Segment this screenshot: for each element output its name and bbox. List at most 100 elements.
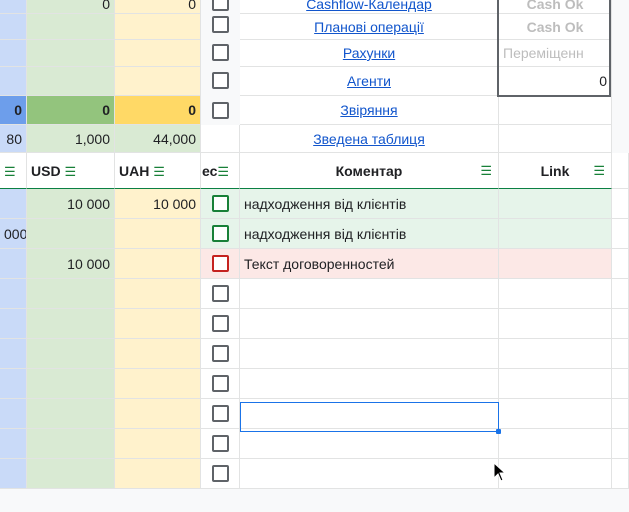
- checkbox[interactable]: [212, 345, 229, 362]
- cell[interactable]: [201, 125, 240, 153]
- filter-icon[interactable]: ☰: [64, 164, 76, 179]
- cell-link[interactable]: [499, 339, 612, 369]
- cell-comment[interactable]: [240, 369, 499, 399]
- cell-link[interactable]: [499, 459, 612, 489]
- link-summary-table[interactable]: Зведена таблиця: [240, 125, 499, 153]
- cell[interactable]: [0, 67, 27, 96]
- checkbox[interactable]: [212, 225, 229, 242]
- header-link[interactable]: Link ☰: [499, 153, 612, 189]
- checkbox[interactable]: [212, 195, 229, 212]
- cell[interactable]: [27, 14, 115, 40]
- cell-link[interactable]: [499, 309, 612, 339]
- checkbox[interactable]: [212, 405, 229, 422]
- cell[interactable]: [612, 459, 629, 489]
- cell[interactable]: [612, 153, 629, 189]
- cell-comment[interactable]: надходження від клієнтів: [240, 219, 499, 249]
- cell-comment[interactable]: [240, 459, 499, 489]
- cell-comment[interactable]: Текст договоренностей: [240, 249, 499, 279]
- cell-uah[interactable]: [115, 369, 201, 399]
- cell-usd[interactable]: [27, 429, 115, 459]
- cell-link[interactable]: [499, 429, 612, 459]
- cell[interactable]: [499, 96, 612, 125]
- cell-usd[interactable]: [27, 399, 115, 429]
- cell-comment[interactable]: [240, 339, 499, 369]
- cell[interactable]: [27, 40, 115, 67]
- cell-uah[interactable]: [115, 279, 201, 309]
- cell[interactable]: [115, 14, 201, 40]
- cell-usd[interactable]: [27, 279, 115, 309]
- cell-link[interactable]: [499, 249, 612, 279]
- checkbox[interactable]: [212, 44, 229, 61]
- cell-comment[interactable]: надходження від клієнтів: [240, 189, 499, 219]
- link-planned-operations[interactable]: Планові операції: [240, 14, 499, 40]
- filter-icon[interactable]: ☰: [4, 164, 16, 179]
- cell[interactable]: [612, 309, 629, 339]
- header-uah[interactable]: UAH ☰: [115, 153, 201, 189]
- cell[interactable]: [0, 14, 27, 40]
- cell[interactable]: [612, 219, 629, 249]
- cell-link[interactable]: [499, 219, 612, 249]
- total-uah[interactable]: 0: [115, 96, 201, 125]
- cell-link[interactable]: [499, 279, 612, 309]
- cell-first[interactable]: [0, 369, 27, 399]
- cell[interactable]: [0, 40, 27, 67]
- header-cell[interactable]: ☰: [0, 153, 27, 189]
- link-agents[interactable]: Агенти: [240, 67, 499, 96]
- checkbox[interactable]: [212, 285, 229, 302]
- filter-icon[interactable]: ☰: [593, 153, 605, 188]
- link-cashflow[interactable]: Cashflow-Календар: [240, 0, 499, 14]
- cell[interactable]: [612, 399, 629, 429]
- checkbox[interactable]: [212, 102, 229, 119]
- cell-uah[interactable]: [115, 399, 201, 429]
- cell-first[interactable]: 000: [0, 219, 27, 249]
- cell-usd[interactable]: [27, 459, 115, 489]
- header-usd[interactable]: USD ☰: [27, 153, 115, 189]
- cell-link[interactable]: [499, 399, 612, 429]
- cell-link[interactable]: [499, 189, 612, 219]
- cell-usd[interactable]: [27, 369, 115, 399]
- checkbox[interactable]: [212, 0, 229, 11]
- cell-uah[interactable]: [115, 249, 201, 279]
- cell-uah[interactable]: [115, 339, 201, 369]
- cell-usd[interactable]: [27, 219, 115, 249]
- header-comment[interactable]: Коментар ☰: [240, 153, 499, 189]
- cell[interactable]: [612, 429, 629, 459]
- link-reconciliation[interactable]: Звіряння: [240, 96, 499, 125]
- cell-uah[interactable]: [115, 309, 201, 339]
- cell[interactable]: [115, 67, 201, 96]
- cell-usd[interactable]: 10 000: [27, 189, 115, 219]
- cell[interactable]: [499, 125, 612, 153]
- cell-comment[interactable]: [240, 309, 499, 339]
- cell-first[interactable]: [0, 189, 27, 219]
- checkbox[interactable]: [212, 315, 229, 332]
- cell[interactable]: 80: [0, 125, 27, 153]
- cell[interactable]: [612, 249, 629, 279]
- filter-icon[interactable]: ☰: [480, 153, 492, 188]
- cell[interactable]: [27, 67, 115, 96]
- cell[interactable]: [612, 369, 629, 399]
- cell-uah[interactable]: 0: [115, 0, 201, 14]
- filter-icon[interactable]: ☰: [153, 164, 165, 179]
- cell-link[interactable]: [499, 369, 612, 399]
- header-status[interactable]: ес☰: [201, 153, 240, 189]
- cell[interactable]: [0, 0, 27, 14]
- cell-first[interactable]: [0, 249, 27, 279]
- cell-uah[interactable]: 44,000: [115, 125, 201, 153]
- cell-uah[interactable]: [115, 219, 201, 249]
- checkbox[interactable]: [212, 16, 229, 33]
- checkbox[interactable]: [212, 465, 229, 482]
- cell[interactable]: [115, 40, 201, 67]
- total-cell[interactable]: 0: [0, 96, 27, 125]
- link-accounts[interactable]: Рахунки: [240, 40, 499, 67]
- checkbox[interactable]: [212, 435, 229, 452]
- total-usd[interactable]: 0: [27, 96, 115, 125]
- cell-first[interactable]: [0, 279, 27, 309]
- cell[interactable]: [612, 189, 629, 219]
- filter-icon[interactable]: ☰: [217, 164, 229, 179]
- cell-usd[interactable]: 0: [27, 0, 115, 14]
- checkbox[interactable]: [212, 375, 229, 392]
- cell-first[interactable]: [0, 309, 27, 339]
- cell-usd[interactable]: 1,000: [27, 125, 115, 153]
- cell-first[interactable]: [0, 399, 27, 429]
- cell-uah[interactable]: [115, 459, 201, 489]
